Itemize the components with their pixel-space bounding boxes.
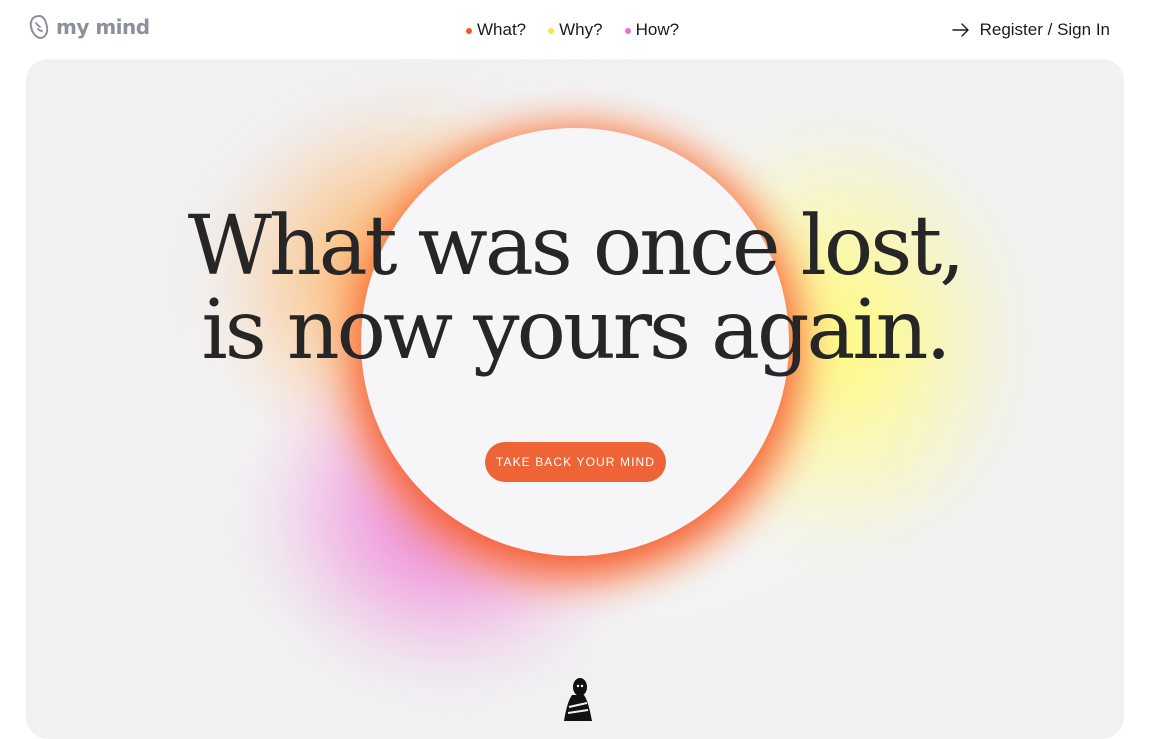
brain-outline-icon xyxy=(29,14,49,40)
nav-item-label: What? xyxy=(477,20,527,39)
headline-line-2: is now yours again. xyxy=(201,283,951,378)
logo-text: my mind xyxy=(56,15,150,39)
nav-item-how[interactable]: How? xyxy=(624,20,680,40)
orange-dot-icon xyxy=(466,28,472,34)
arrow-right-icon xyxy=(951,23,969,37)
hero-headline: What was once lost, is now yours again. xyxy=(26,205,1124,373)
nav-item-what[interactable]: What? xyxy=(466,20,526,40)
logo-link[interactable]: my mind xyxy=(28,14,150,40)
nav-item-label: How? xyxy=(635,20,680,39)
meditating-figure-icon xyxy=(564,678,592,721)
register-signin-link[interactable]: Register / Sign In xyxy=(951,20,1110,40)
nav-item-label: Why? xyxy=(559,20,603,39)
hero-section: What was once lost, is now yours again. … xyxy=(26,59,1124,739)
take-back-your-mind-button[interactable]: TAKE BACK YOUR MIND xyxy=(485,442,666,482)
pink-dot-icon xyxy=(624,28,631,34)
nav-item-why[interactable]: Why? xyxy=(548,20,603,40)
site-header: my mind What? Why? How? Register / Sign … xyxy=(0,0,1152,60)
yellow-dot-icon xyxy=(548,28,555,34)
main-nav: What? Why? How? xyxy=(466,20,679,40)
register-signin-label: Register / Sign In xyxy=(979,20,1110,39)
headline-line-1: What was once lost, xyxy=(187,199,966,294)
